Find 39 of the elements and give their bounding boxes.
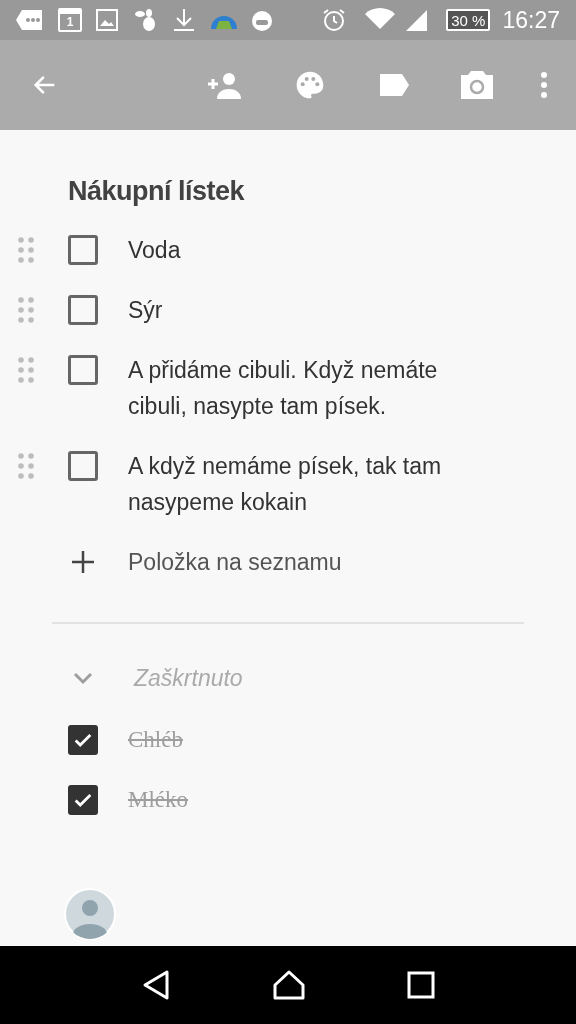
avatar-icon (64, 888, 116, 940)
list-item-text[interactable]: Sýr (128, 292, 488, 328)
chevron-icon (72, 671, 94, 685)
add-person-icon (206, 71, 244, 99)
checkbox[interactable] (68, 355, 98, 385)
more-options-button[interactable] (540, 71, 548, 99)
camera-icon (460, 70, 494, 100)
checkbox[interactable] (68, 725, 98, 755)
label-button[interactable] (378, 72, 410, 98)
checked-section-label: Zaškrtnuto (134, 664, 243, 693)
alarm-icon (322, 8, 347, 32)
battery-icon: 30 % (446, 9, 491, 31)
tag-icon (378, 72, 410, 98)
drag-handle-icon[interactable] (18, 237, 34, 263)
list-item-text[interactable]: A přidáme cibuli. Když nemáte cibuli, nasypte tam písek. (128, 352, 488, 424)
calendar-icon: 1 (58, 8, 82, 32)
drag-handle-icon[interactable] (18, 453, 34, 479)
palette-icon (294, 69, 326, 101)
list-item-text[interactable]: A když nemáme písek, tak tam nasypeme kokain (128, 448, 488, 520)
color-button[interactable] (294, 69, 326, 101)
checkbox[interactable] (68, 235, 98, 265)
home-icon[interactable] (272, 969, 306, 1001)
more-vertical-icon (540, 71, 548, 99)
drag-handle-icon[interactable] (18, 357, 34, 383)
checkbox[interactable] (68, 785, 98, 815)
checkbox[interactable] (68, 295, 98, 325)
recent-apps-icon[interactable] (407, 971, 436, 999)
clock-time: 16:27 (502, 5, 560, 35)
add-collaborator-button[interactable] (206, 71, 244, 99)
download-icon (172, 8, 196, 32)
image-icon (96, 9, 118, 31)
message-icon (16, 9, 44, 31)
checkbox[interactable] (68, 451, 98, 481)
list-item-text[interactable]: Voda (128, 232, 488, 268)
add-item-placeholder[interactable]: Položka na seznamu (128, 544, 342, 580)
drag-handle-icon[interactable] (18, 297, 34, 323)
signal-icon (404, 8, 429, 32)
note-title[interactable]: Nákupní lístek (0, 130, 576, 220)
camera-button[interactable] (460, 70, 494, 100)
